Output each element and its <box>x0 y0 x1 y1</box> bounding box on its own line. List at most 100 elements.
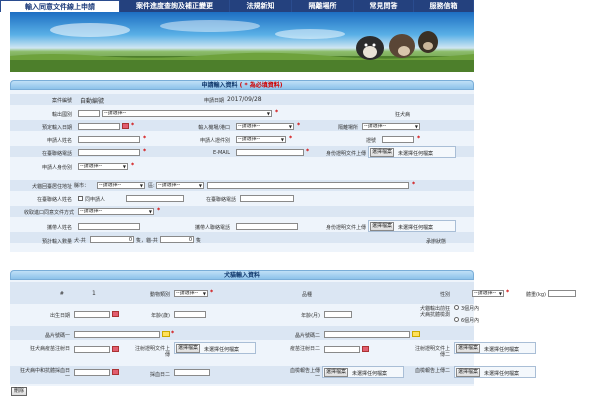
same-as-applicant-label: 同申請人 <box>85 197 106 203</box>
chevron-down-icon: ▼ <box>198 183 202 188</box>
within-3-months-label: 3個月內 <box>461 306 480 312</box>
no-file-text: 未選擇任何檔案 <box>352 371 388 377</box>
email-label: E-MAIL <box>213 150 230 156</box>
rabies-label: 狂犬病 <box>394 112 410 118</box>
cat-qty-input[interactable]: 0 <box>160 236 194 243</box>
choose-file-button[interactable]: 選擇檔案 <box>176 344 201 353</box>
calendar-icon[interactable] <box>122 123 129 129</box>
chip-one-label: 晶片號碼一 <box>44 333 70 339</box>
status-label: 承辦狀態 <box>425 239 446 245</box>
quarantine-select[interactable]: --請選擇-- ▼ <box>362 123 420 130</box>
select-value: --請選擇-- <box>80 163 103 169</box>
district-select[interactable]: --請選擇-- ▼ <box>156 182 204 189</box>
identity-select[interactable]: --請選擇-- ▼ <box>78 163 128 170</box>
blood-report-one-label: 血檢報告上傳一 <box>289 368 320 380</box>
receive-method-select[interactable]: --請選擇-- ▼ <box>78 208 154 215</box>
applicant-name-input[interactable] <box>78 136 140 143</box>
age-years-input[interactable] <box>174 311 206 318</box>
chevron-down-icon: ▼ <box>148 209 152 214</box>
chevron-down-icon: ▼ <box>122 164 126 169</box>
chevron-down-icon: ▼ <box>280 137 284 142</box>
select-value: --請選擇-- <box>364 123 387 129</box>
applicant-id-type-select[interactable]: --請選擇-- ▼ <box>236 136 286 143</box>
contact-phone-label: 在臺聯絡電話 <box>205 197 236 203</box>
species-select[interactable]: --請選擇-- ▼ <box>174 290 208 297</box>
panel-title: 申請輸入資料 <box>201 82 238 89</box>
weight-input[interactable] <box>548 290 576 297</box>
identity-label: 申請人身份別 <box>41 165 72 171</box>
tab-online-application[interactable]: 輸入同意文件線上申請 <box>0 0 120 12</box>
top-navigation: 輸入同意文件線上申請 案件進度查詢及補正變更 法規新知 隔離場所 常見問答 服務… <box>0 0 474 12</box>
address-input[interactable] <box>207 182 409 189</box>
phone-input[interactable] <box>78 149 140 156</box>
required-star: * <box>131 122 135 129</box>
vaccine-date-two-input[interactable] <box>324 346 360 353</box>
calendar-icon[interactable] <box>112 311 119 317</box>
district-label: 區: <box>148 183 155 189</box>
carrier-phone-input[interactable] <box>236 223 298 230</box>
port-select[interactable]: --請選擇-- ▼ <box>236 123 294 130</box>
delete-button[interactable]: 刪除 <box>11 387 28 396</box>
tab-case-progress[interactable]: 案件進度查詢及補正變更 <box>120 0 230 12</box>
breed-label: 品種 <box>301 292 312 298</box>
id-number-input[interactable] <box>382 136 414 143</box>
required-star: * <box>210 289 214 296</box>
expected-date-input[interactable] <box>78 123 120 130</box>
chevron-down-icon: ▼ <box>498 291 502 296</box>
contact-phone-input[interactable] <box>240 195 294 202</box>
dog-qty-input[interactable]: 0 <box>90 236 134 243</box>
choose-file-button[interactable]: 選擇檔案 <box>456 344 481 353</box>
within-3-months-radio[interactable] <box>454 305 459 310</box>
required-star: * <box>157 207 161 214</box>
tab-faq[interactable]: 常見問答 <box>354 0 414 12</box>
tab-quarantine-sites[interactable]: 隔離場所 <box>292 0 354 12</box>
choose-file-button[interactable]: 選擇檔案 <box>324 368 349 377</box>
tab-service-mailbox[interactable]: 服務信箱 <box>414 0 474 12</box>
id-number-label: 證號 <box>365 138 376 144</box>
calendar-icon[interactable] <box>362 346 369 352</box>
sex-label: 性別 <box>439 292 450 298</box>
blood-date-one-input[interactable] <box>74 369 110 376</box>
chevron-down-icon: ▼ <box>414 124 418 129</box>
age-months-input[interactable] <box>324 311 352 318</box>
rabies-vaccine-date-label: 狂犬病疫苗注射日 <box>30 346 71 352</box>
within-6-months-radio[interactable] <box>454 317 459 322</box>
calendar-icon[interactable] <box>112 369 119 375</box>
email-input[interactable] <box>236 149 304 156</box>
chip-one-input[interactable] <box>74 331 160 338</box>
row-bg <box>10 282 474 304</box>
export-country-input[interactable] <box>78 110 100 117</box>
rabies-vaccine-date-input[interactable] <box>74 346 110 353</box>
sex-select[interactable]: --請選擇-- ▼ <box>472 290 504 297</box>
choose-file-button[interactable]: 選擇檔案 <box>456 368 481 377</box>
chevron-down-icon: ▼ <box>202 291 206 296</box>
phone-label: 在臺聯絡電話 <box>41 151 72 157</box>
export-country-select[interactable]: --請選擇-- ▼ <box>102 110 272 117</box>
same-as-applicant-checkbox[interactable] <box>78 196 83 201</box>
weight-label: 體重(kg) <box>526 292 546 298</box>
choose-file-button[interactable]: 選擇檔案 <box>370 222 395 231</box>
panel-title: 犬貓輸入資料 <box>223 272 260 279</box>
age-months-label: 年齡(月) <box>301 313 320 319</box>
select-value: --請選擇-- <box>99 182 122 188</box>
required-star: * <box>417 135 421 142</box>
blood-date-two-label: 採血日二 <box>149 372 170 378</box>
required-star: * <box>131 162 135 169</box>
select-value: --請選擇-- <box>80 208 103 214</box>
carrier-phone-label: 攜帶人聯絡電話 <box>194 225 230 231</box>
warning-icon <box>412 331 420 337</box>
birth-date-input[interactable] <box>74 311 110 318</box>
carrier-name-input[interactable] <box>78 223 140 230</box>
contact-name-input[interactable] <box>126 195 184 202</box>
select-value: --請選擇-- <box>238 136 261 142</box>
chevron-down-icon: ▼ <box>288 124 292 129</box>
city-select[interactable]: --請選擇-- ▼ <box>97 182 145 189</box>
chip-two-input[interactable] <box>324 331 410 338</box>
required-star: * <box>275 109 279 116</box>
blood-date-two-input[interactable] <box>174 369 210 376</box>
choose-file-button[interactable]: 選擇檔案 <box>370 148 395 157</box>
city-label: 縣市： <box>74 183 90 189</box>
tab-regulations[interactable]: 法規新知 <box>230 0 292 12</box>
quantity-label: 預計輸入數量 <box>41 239 72 245</box>
calendar-icon[interactable] <box>112 346 119 352</box>
